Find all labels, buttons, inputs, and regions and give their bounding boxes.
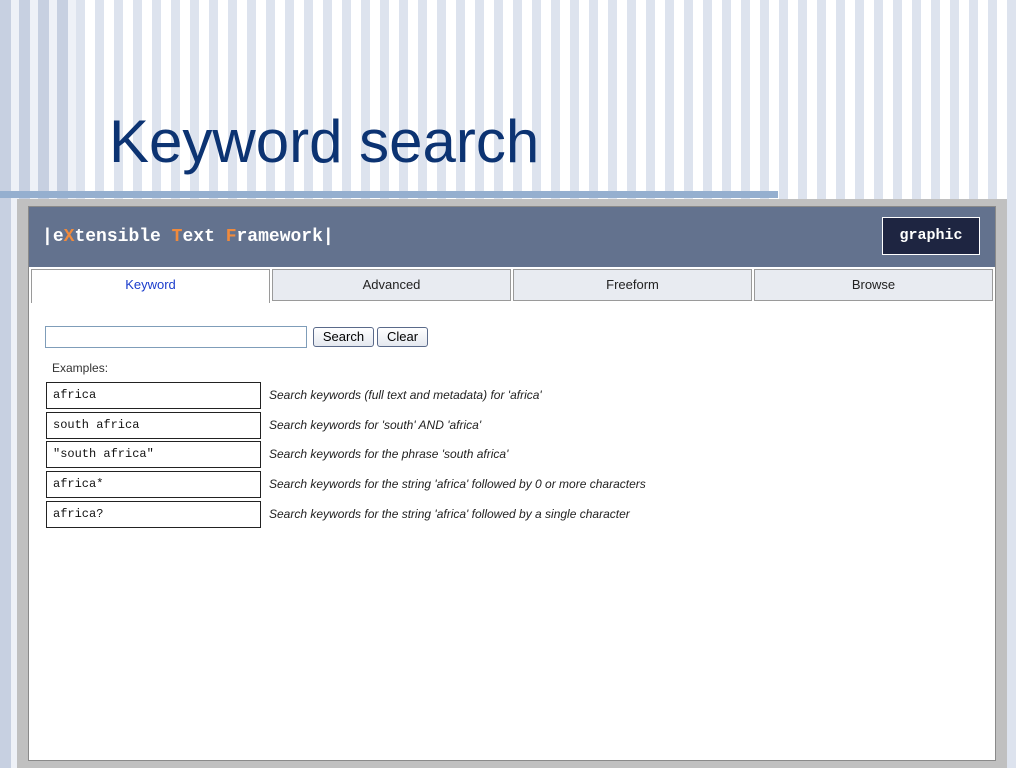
tab-keyword-label: Keyword [125, 277, 176, 292]
example-row: "south africa" Search keywords for the p… [46, 441, 946, 468]
example-row: africa? Search keywords for the string '… [46, 501, 946, 528]
logo-bar-right: | [322, 227, 334, 247]
logo-x-accent: X [63, 227, 75, 247]
search-input[interactable] [45, 326, 307, 348]
example-description: Search keywords for 'south' AND 'africa' [269, 418, 482, 432]
logo-ramework: ramework [236, 227, 323, 247]
tab-advanced[interactable]: Advanced [272, 269, 511, 301]
example-row: south africa Search keywords for 'south'… [46, 412, 946, 439]
logo-e: e [52, 227, 64, 247]
example-query: africa? [46, 501, 261, 528]
tab-freeform[interactable]: Freeform [513, 269, 752, 301]
example-description: Search keywords for the string 'africa' … [269, 507, 630, 521]
tab-advanced-label: Advanced [362, 277, 421, 292]
example-row: africa Search keywords (full text and me… [46, 382, 946, 409]
screenshot-frame: |eXtensible Text Framework| graphic Keyw… [17, 199, 1007, 768]
logo-bar-left: | [42, 227, 53, 247]
logo-ext: ext [182, 227, 226, 247]
example-description: Search keywords for the string 'africa' … [269, 477, 646, 491]
logo-tensible: tensible [74, 227, 172, 247]
examples-label: Examples: [52, 361, 109, 375]
logo-f-accent: F [225, 227, 237, 247]
tab-browse-label: Browse [851, 277, 896, 292]
slide-title: Keyword search [109, 108, 540, 175]
app-header: |eXtensible Text Framework| graphic [29, 207, 995, 267]
graphic-button[interactable]: graphic [882, 217, 980, 255]
title-rule [0, 191, 778, 198]
logo-t-accent: T [171, 227, 183, 247]
tab-browse[interactable]: Browse [754, 269, 993, 301]
app-window: |eXtensible Text Framework| graphic Keyw… [28, 206, 996, 761]
example-description: Search keywords for the phrase 'south af… [269, 447, 509, 461]
tab-freeform-label: Freeform [606, 277, 659, 292]
example-query: "south africa" [46, 441, 261, 468]
example-row: africa* Search keywords for the string '… [46, 471, 946, 498]
tab-keyword[interactable]: Keyword [31, 269, 270, 303]
clear-button[interactable]: Clear [377, 327, 428, 347]
example-query: south africa [46, 412, 261, 439]
app-logo: |eXtensible Text Framework| [42, 226, 334, 248]
example-query: africa* [46, 471, 261, 498]
search-button[interactable]: Search [313, 327, 374, 347]
example-query: africa [46, 382, 261, 409]
example-description: Search keywords (full text and metadata)… [269, 388, 542, 402]
